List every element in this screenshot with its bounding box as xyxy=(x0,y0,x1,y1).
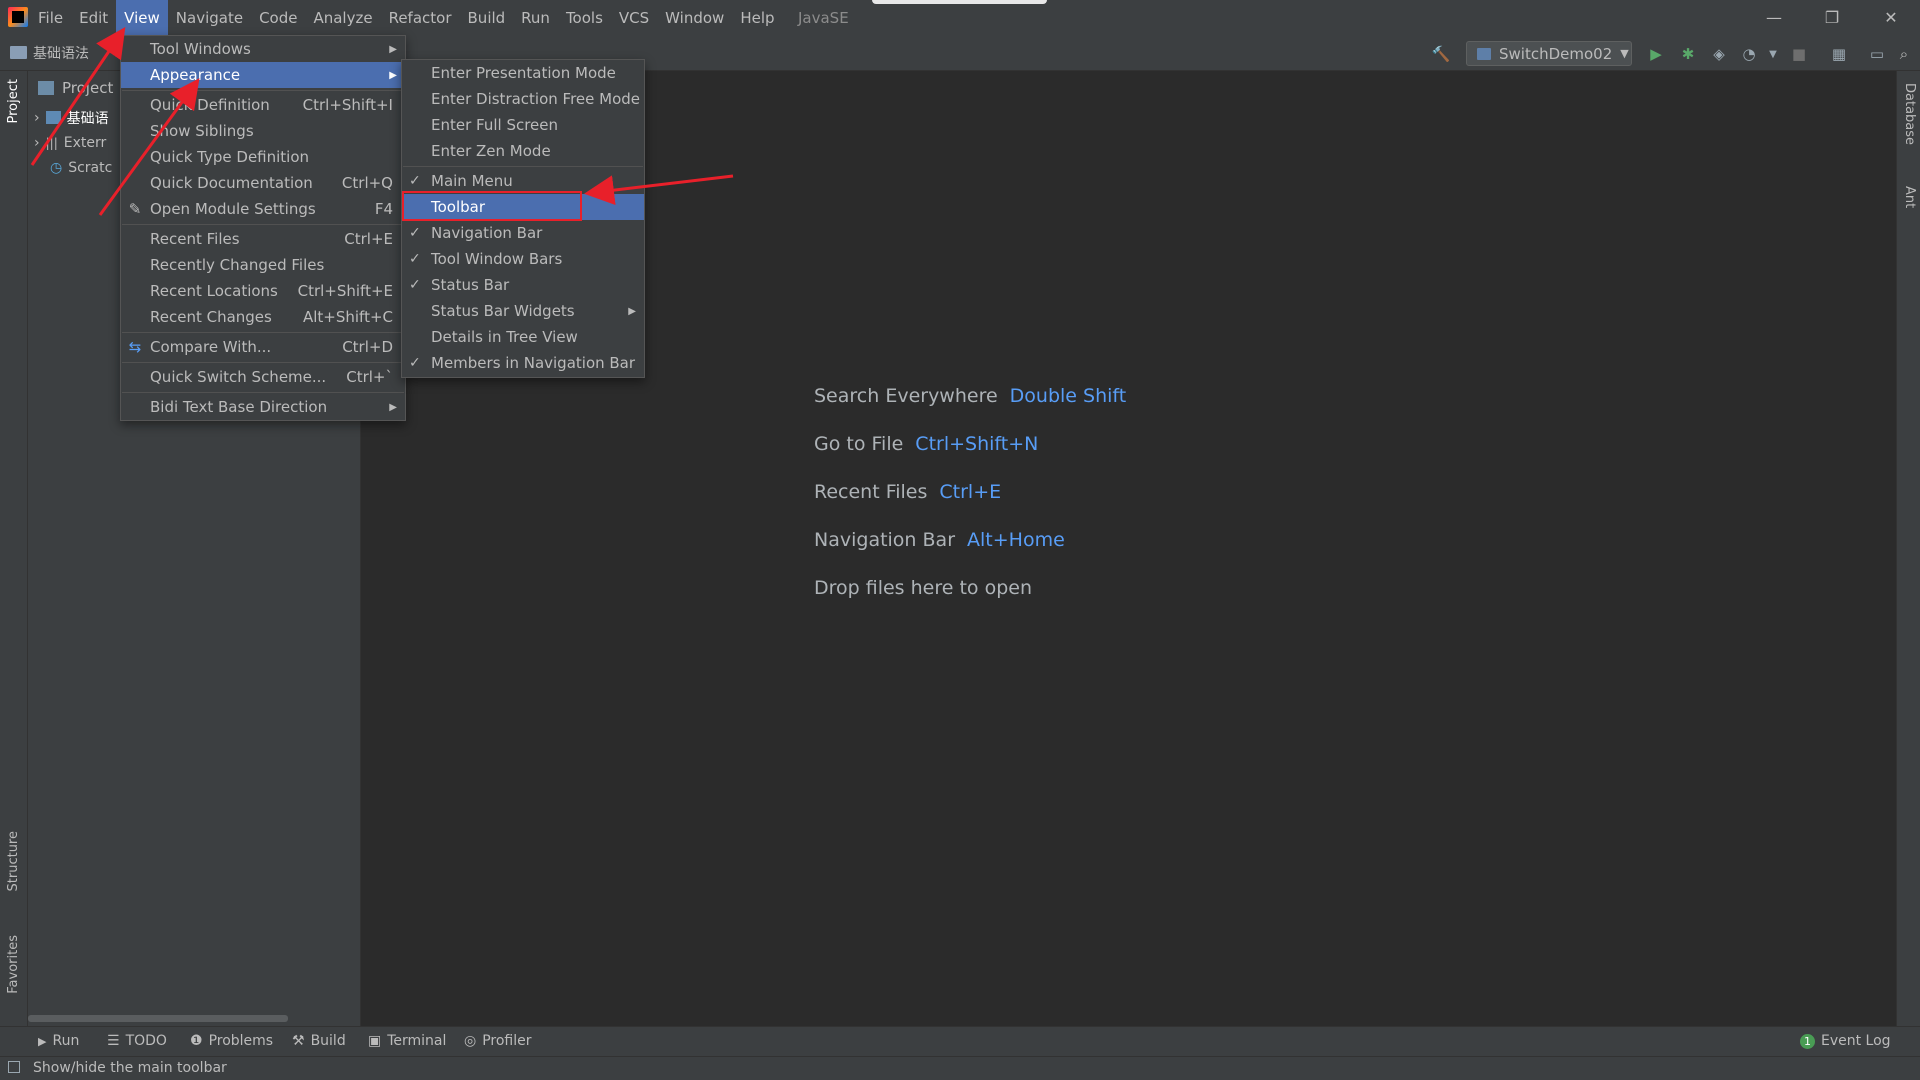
arrow-to-appearance xyxy=(98,78,200,216)
arrow-to-toolbar xyxy=(584,174,734,206)
arrow-to-view-menu xyxy=(30,27,126,166)
annotation-arrows xyxy=(30,27,734,216)
